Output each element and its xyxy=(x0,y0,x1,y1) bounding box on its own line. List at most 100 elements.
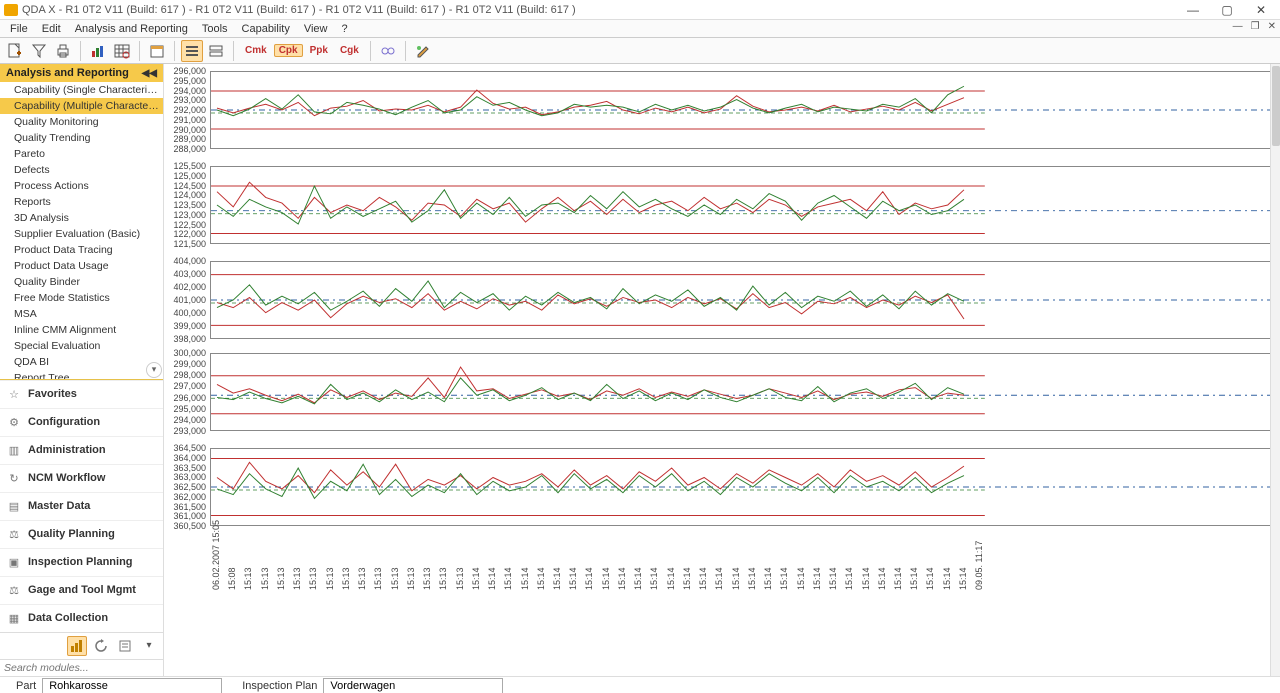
sidebar-item[interactable]: Special Evaluation xyxy=(0,338,163,354)
y-tick: 292,000 xyxy=(170,105,208,115)
menu-edit[interactable]: Edit xyxy=(36,22,67,36)
x-tick: 15:14 xyxy=(568,536,578,590)
sidebar-item[interactable]: Product Data Tracing xyxy=(0,242,163,258)
x-tick: 15:14 xyxy=(958,536,968,590)
refresh-icon[interactable] xyxy=(91,636,111,656)
print-button[interactable] xyxy=(52,40,74,62)
rows-wide-button[interactable] xyxy=(205,40,227,62)
sidebar-item[interactable]: Defects xyxy=(0,162,163,178)
minimize-button[interactable]: — xyxy=(1182,3,1204,17)
part-value: Rohkarosse xyxy=(42,678,222,693)
sidebar-item[interactable]: Supplier Evaluation (Basic) xyxy=(0,226,163,242)
new-doc-button[interactable] xyxy=(4,40,26,62)
sidebar-item[interactable]: Quality Binder xyxy=(0,274,163,290)
sidebar-item[interactable]: Report Tree xyxy=(0,370,163,380)
edit-button[interactable] xyxy=(412,40,434,62)
x-tick: 15:13 xyxy=(438,536,448,590)
close-button[interactable]: ✕ xyxy=(1250,3,1272,17)
x-tick: 15:14 xyxy=(698,536,708,590)
module-icon: ⚖ xyxy=(6,584,22,597)
cgk-button[interactable]: Cgk xyxy=(335,44,364,57)
calendar-button[interactable] xyxy=(146,40,168,62)
plot[interactable] xyxy=(210,166,1272,244)
link-button[interactable] xyxy=(377,40,399,62)
y-tick: 400,000 xyxy=(170,308,208,318)
barchart-button[interactable] xyxy=(87,40,109,62)
module-row[interactable]: ▤Master Data xyxy=(0,492,163,520)
chart: 300,000299,000298,000297,000296,000295,0… xyxy=(170,350,1272,445)
y-tick: 123,500 xyxy=(170,200,208,210)
sidebar-item[interactable]: Reports xyxy=(0,194,163,210)
sidebar-item[interactable]: Free Mode Statistics xyxy=(0,290,163,306)
module-row[interactable]: ⚙Configuration xyxy=(0,408,163,436)
x-tick: 15:14 xyxy=(796,536,806,590)
menu-tools[interactable]: Tools xyxy=(196,22,234,36)
menu-capability[interactable]: Capability xyxy=(236,22,296,36)
module-label: Inspection Planning xyxy=(28,556,133,568)
more-icon[interactable]: ▾ xyxy=(139,636,159,656)
menu-view[interactable]: View xyxy=(298,22,334,36)
table-button[interactable] xyxy=(111,40,133,62)
module-row[interactable]: ☆Favorites xyxy=(0,380,163,408)
sidebar-bottom-toolbar: ▾ xyxy=(0,632,163,659)
sidebar-item[interactable]: Quality Monitoring xyxy=(0,114,163,130)
module-row[interactable]: ▥Administration xyxy=(0,436,163,464)
module-label: Master Data xyxy=(28,500,90,512)
note-icon[interactable] xyxy=(115,636,135,656)
collapse-icon[interactable]: ◀◀ xyxy=(142,68,157,79)
ppk-button[interactable]: Ppk xyxy=(305,44,333,57)
plot[interactable] xyxy=(210,448,1272,526)
x-tick: 15:14 xyxy=(487,536,497,590)
module-row[interactable]: ⚖Gage and Tool Mgmt xyxy=(0,576,163,604)
y-tick: 288,000 xyxy=(170,144,208,154)
sidebar-scroll-down-icon[interactable]: ▾ xyxy=(146,362,162,378)
module-icon: ☆ xyxy=(6,388,22,401)
chart: 364,500364,000363,500363,000362,500362,0… xyxy=(170,445,1272,540)
x-tick: 15:14 xyxy=(536,536,546,590)
filter-button[interactable] xyxy=(28,40,50,62)
y-tick: 402,000 xyxy=(170,282,208,292)
module-row[interactable]: ↻NCM Workflow xyxy=(0,464,163,492)
mdi-minimize-icon[interactable]: — xyxy=(1233,21,1243,32)
toolbar: Cmk Cpk Ppk Cgk xyxy=(0,38,1280,64)
sidebar-item[interactable]: MSA xyxy=(0,306,163,322)
sidebar-item[interactable]: 3D Analysis xyxy=(0,210,163,226)
y-tick: 364,000 xyxy=(170,453,208,463)
x-tick: 15:13 xyxy=(325,536,335,590)
sidebar-item[interactable]: Inline CMM Alignment xyxy=(0,322,163,338)
x-tick: 15:14 xyxy=(601,536,611,590)
module-row[interactable]: ⚖Quality Planning xyxy=(0,520,163,548)
module-row[interactable]: ▣Inspection Planning xyxy=(0,548,163,576)
barchart-icon[interactable] xyxy=(67,636,87,656)
maximize-button[interactable]: ▢ xyxy=(1216,3,1238,17)
module-row[interactable]: ▦Data Collection xyxy=(0,604,163,632)
sidebar-item[interactable]: Capability (Multiple Characteristics) xyxy=(0,98,163,114)
y-tick: 360,500 xyxy=(170,521,208,531)
y-tick: 362,000 xyxy=(170,492,208,502)
x-tick: 15:14 xyxy=(844,536,854,590)
plot[interactable] xyxy=(210,261,1272,339)
window-title: QDA X - R1 0T2 V11 (Build: 617 ) - R1 0T… xyxy=(22,4,576,16)
menu-file[interactable]: File xyxy=(4,22,34,36)
search-input[interactable] xyxy=(4,662,159,674)
sidebar-item[interactable]: QDA BI xyxy=(0,354,163,370)
menu-help[interactable]: ? xyxy=(335,22,353,36)
mdi-restore-icon[interactable]: ❐ xyxy=(1251,21,1260,32)
sidebar-item[interactable]: Pareto xyxy=(0,146,163,162)
rows-narrow-button[interactable] xyxy=(181,40,203,62)
plot[interactable] xyxy=(210,353,1272,431)
plot[interactable] xyxy=(210,71,1272,149)
cpk-button[interactable]: Cpk xyxy=(274,44,303,57)
sidebar-item[interactable]: Product Data Usage xyxy=(0,258,163,274)
menu-analysis[interactable]: Analysis and Reporting xyxy=(69,22,194,36)
sidebar-item[interactable]: Quality Trending xyxy=(0,130,163,146)
x-axis: 06.02.2007 15:0515:0815:1315:1315:1315:1… xyxy=(210,540,1272,594)
y-tick: 124,000 xyxy=(170,190,208,200)
mdi-close-icon[interactable]: ✕ xyxy=(1268,21,1276,32)
vertical-scrollbar[interactable] xyxy=(1270,64,1280,676)
sidebar-item[interactable]: Capability (Single Characteristic) xyxy=(0,82,163,98)
y-tick: 289,000 xyxy=(170,134,208,144)
x-tick: 15:13 xyxy=(292,536,302,590)
cmk-button[interactable]: Cmk xyxy=(240,44,272,57)
sidebar-item[interactable]: Process Actions xyxy=(0,178,163,194)
